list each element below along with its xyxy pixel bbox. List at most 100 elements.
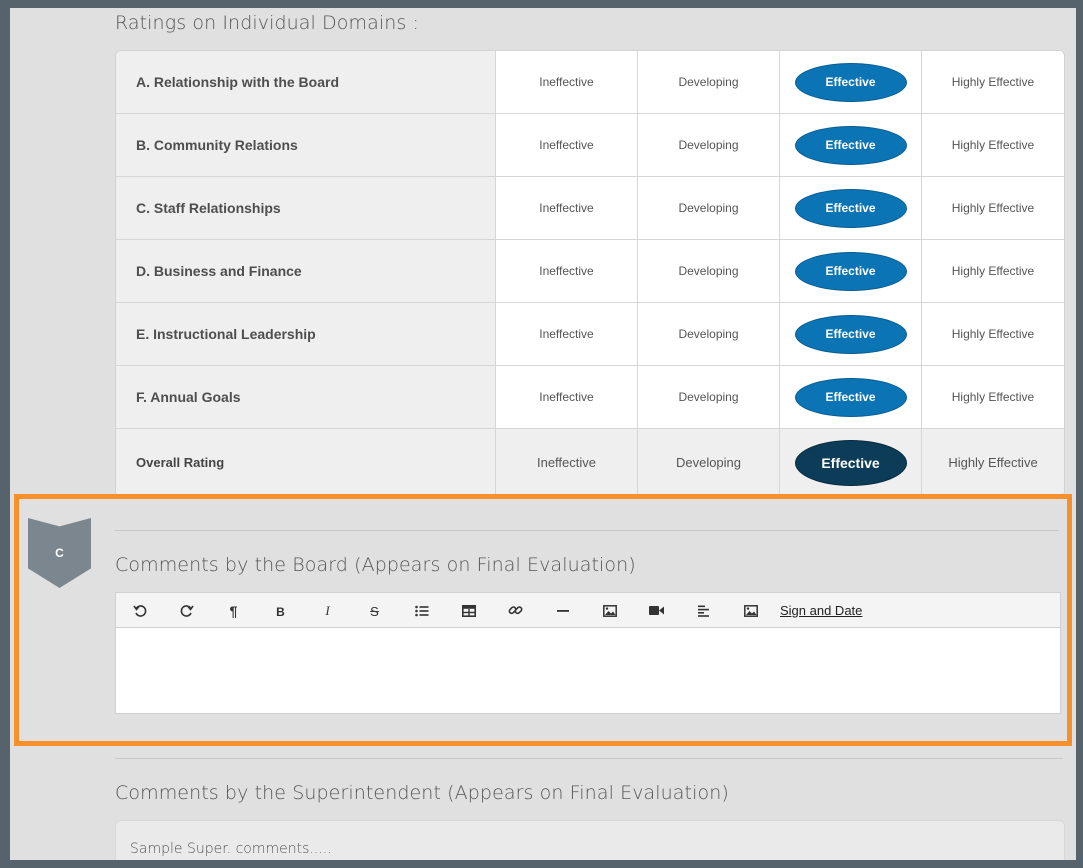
undo-button[interactable] — [116, 593, 163, 628]
section-badge-letter: C — [55, 546, 64, 560]
rating-option-label: Developing — [678, 138, 739, 152]
rating-option-label: Highly Effective — [951, 75, 1035, 89]
rating-option-effective[interactable]: Effective — [780, 366, 922, 428]
rating-option-developing[interactable]: Developing — [638, 177, 780, 239]
rating-option-effective[interactable]: Effective — [780, 429, 922, 496]
rating-option-effective[interactable]: Effective — [780, 177, 922, 239]
rating-row: C. Staff Relationships Ineffective Develop… — [116, 176, 1064, 239]
rating-option-developing[interactable]: Developing — [638, 51, 780, 113]
rating-option-ineffective[interactable]: Ineffective — [496, 240, 638, 302]
selected-rating-pill[interactable]: Effective — [794, 188, 907, 228]
rating-option-label: Highly Effective — [948, 455, 1038, 470]
divider — [115, 758, 1063, 759]
image-button[interactable] — [586, 593, 633, 628]
link-button[interactable] — [492, 593, 539, 628]
rating-option-developing[interactable]: Developing — [638, 303, 780, 365]
image-icon — [743, 604, 758, 617]
rating-option-ineffective[interactable]: Ineffective — [496, 177, 638, 239]
rating-option-ineffective[interactable]: Ineffective — [496, 51, 638, 113]
selected-rating-pill[interactable]: Effective — [794, 251, 907, 291]
align-icon — [697, 605, 710, 617]
selected-rating-pill[interactable]: Effective — [794, 439, 907, 486]
align-button[interactable] — [680, 593, 727, 628]
rating-row-label: B. Community Relations — [116, 114, 496, 176]
rating-option-label: Highly Effective — [951, 138, 1035, 152]
strikethrough-button[interactable]: S — [351, 593, 398, 628]
rating-option-label: Developing — [678, 390, 739, 404]
rating-option-label: Ineffective — [539, 138, 594, 152]
rating-option-label: Ineffective — [539, 264, 594, 278]
superintendent-comments-box[interactable]: Sample Super. comments..... — [115, 820, 1065, 860]
rating-row: B. Community Relations Ineffective Develop… — [116, 113, 1064, 176]
rating-option-label: Highly Effective — [951, 264, 1035, 278]
rating-option-label: Ineffective — [536, 455, 597, 470]
rating-option-label: Highly Effective — [951, 390, 1035, 404]
evaluation-page: Ratings on Individual Domains : A. Relat… — [10, 8, 1076, 860]
horizontal-rule-icon — [556, 609, 569, 613]
rating-option-highly-effective[interactable]: Highly Effective — [922, 366, 1064, 428]
paragraph-button[interactable]: ¶ — [210, 593, 257, 628]
rating-option-developing[interactable]: Developing — [638, 429, 780, 496]
rating-option-highly-effective[interactable]: Highly Effective — [922, 51, 1064, 113]
board-comments-editor[interactable] — [115, 627, 1061, 714]
image-icon — [602, 604, 617, 617]
superintendent-comments-text: Sample Super. comments..... — [130, 841, 332, 857]
rating-option-developing[interactable]: Developing — [638, 114, 780, 176]
rating-row-label: D. Business and Finance — [116, 240, 496, 302]
rating-row-label: E. Instructional Leadership — [116, 303, 496, 365]
rating-row: D. Business and Finance Ineffective Develo… — [116, 239, 1064, 302]
video-button[interactable] — [633, 593, 680, 628]
selected-rating-pill[interactable]: Effective — [794, 377, 907, 417]
rating-option-label: Developing — [678, 264, 739, 278]
rating-option-ineffective[interactable]: Ineffective — [496, 366, 638, 428]
rating-option-highly-effective[interactable]: Highly Effective — [922, 303, 1064, 365]
divider — [115, 530, 1059, 531]
rating-option-label: Developing — [675, 455, 742, 470]
italic-icon: I — [325, 603, 330, 618]
rating-option-highly-effective[interactable]: Highly Effective — [922, 240, 1064, 302]
selected-rating-pill[interactable]: Effective — [794, 314, 907, 354]
table-button[interactable] — [445, 593, 492, 628]
ratings-table: A. Relationship with the Board Ineffectiv… — [115, 50, 1065, 497]
overall-rating-row: Overall Rating Ineffective Developing Effec… — [116, 428, 1064, 496]
rating-option-label: Developing — [678, 201, 739, 215]
rating-option-label: Highly Effective — [951, 327, 1035, 341]
editor-toolbar: ¶ B I S Sign and Date — [115, 592, 1061, 628]
superintendent-comments-title: Comments by the Superintendent (Appears … — [115, 782, 729, 804]
rating-option-highly-effective[interactable]: Highly Effective — [922, 177, 1064, 239]
rating-option-developing[interactable]: Developing — [638, 366, 780, 428]
rating-option-effective[interactable]: Effective — [780, 51, 922, 113]
rating-row: F. Annual Goals Ineffective Developing Effe… — [116, 365, 1064, 428]
undo-icon — [132, 604, 147, 618]
redo-icon — [180, 604, 194, 618]
redo-button[interactable] — [163, 593, 210, 628]
selected-rating-pill[interactable]: Effective — [794, 125, 907, 165]
rating-row: A. Relationship with the Board Ineffectiv… — [116, 51, 1064, 113]
rating-option-highly-effective[interactable]: Highly Effective — [922, 114, 1064, 176]
rating-option-developing[interactable]: Developing — [638, 240, 780, 302]
rating-option-ineffective[interactable]: Ineffective — [496, 114, 638, 176]
rating-row-label: A. Relationship with the Board — [116, 51, 496, 113]
ratings-title: Ratings on Individual Domains : — [115, 12, 419, 34]
video-icon — [649, 605, 664, 616]
rating-option-label: Developing — [678, 75, 739, 89]
rating-option-ineffective[interactable]: Ineffective — [496, 429, 638, 496]
rating-option-effective[interactable]: Effective — [780, 303, 922, 365]
sign-and-date-link[interactable]: Sign and Date — [780, 603, 862, 618]
bold-button[interactable]: B — [257, 593, 304, 628]
horizontal-rule-button[interactable] — [539, 593, 586, 628]
link-icon — [508, 603, 523, 618]
bullet-list-button[interactable] — [398, 593, 445, 628]
italic-button[interactable]: I — [304, 593, 351, 628]
rating-option-highly-effective[interactable]: Highly Effective — [922, 429, 1064, 496]
rating-option-effective[interactable]: Effective — [780, 240, 922, 302]
selected-rating-pill[interactable]: Effective — [794, 62, 907, 102]
rating-option-effective[interactable]: Effective — [780, 114, 922, 176]
paragraph-icon: ¶ — [229, 602, 238, 619]
table-icon — [461, 604, 476, 617]
rating-option-ineffective[interactable]: Ineffective — [496, 303, 638, 365]
rating-option-label: Ineffective — [539, 327, 594, 341]
image-button[interactable] — [727, 593, 774, 628]
rating-option-label: Ineffective — [539, 75, 594, 89]
rating-option-label: Ineffective — [539, 201, 594, 215]
